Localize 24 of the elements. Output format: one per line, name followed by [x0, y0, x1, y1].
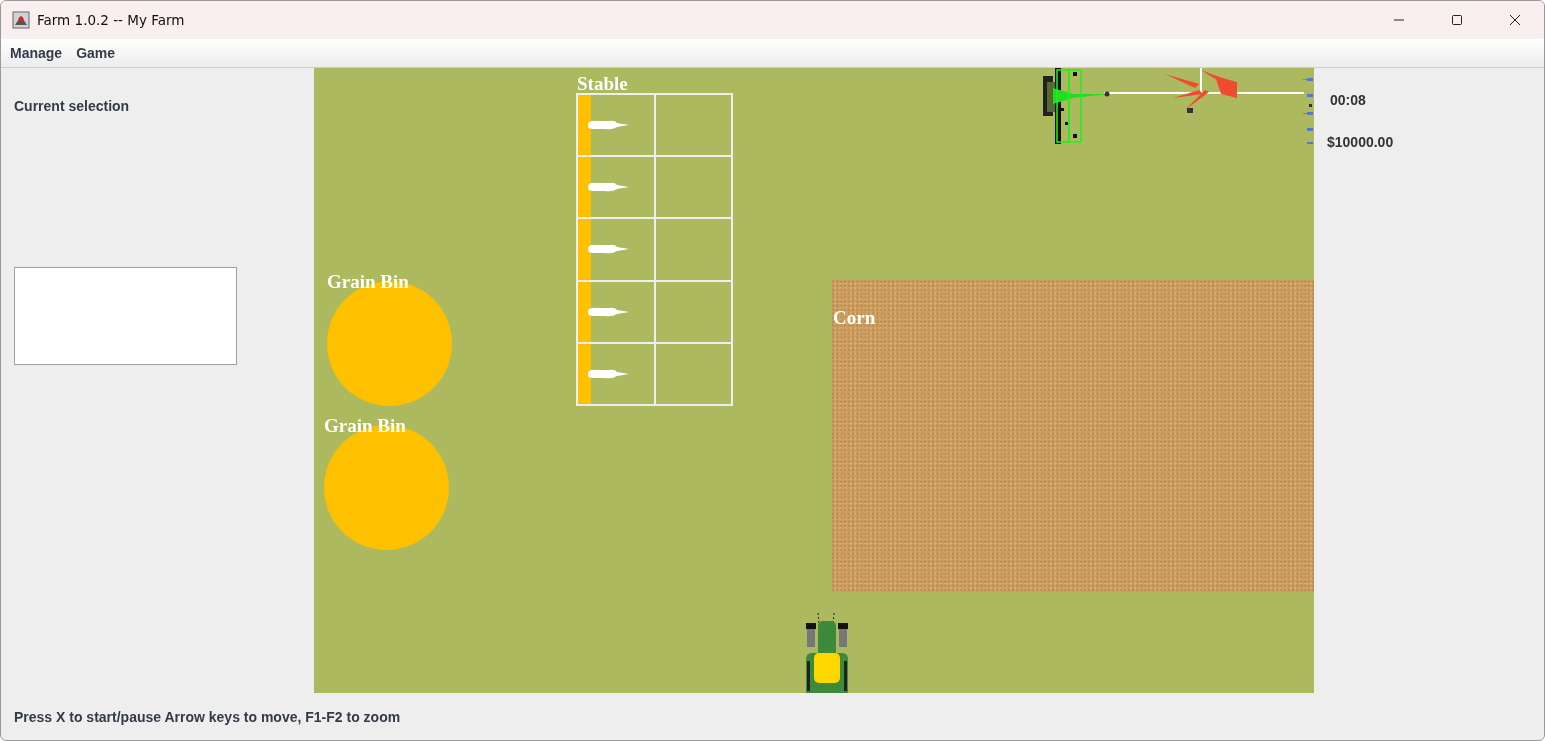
money-balance: $10000.00: [1327, 134, 1395, 150]
horse-icon: [587, 367, 629, 380]
field-label: Corn: [833, 308, 876, 327]
feed-bar: [578, 95, 591, 156]
horse-icon: [587, 243, 629, 256]
horse-icon: [587, 181, 629, 194]
close-icon: [1509, 14, 1521, 26]
horse-icon: [587, 119, 629, 131]
status-text: Press X to start/pause Arrow keys to move, F1-F2 to zoom: [13, 707, 402, 727]
game-time: 00:08: [1330, 92, 1367, 108]
app-icon: [12, 11, 30, 29]
horse-icon: [587, 305, 629, 318]
feed-bar: [578, 219, 591, 280]
window-title: Farm 1.0.2 -- My Farm: [37, 12, 185, 28]
stable-label: Stable: [577, 74, 628, 93]
menu-item[interactable]: Manage: [3, 43, 70, 63]
feed-bar: [578, 157, 591, 218]
feed-bar: [578, 281, 591, 342]
maximize-icon: [1451, 14, 1463, 26]
menu-item[interactable]: Game: [69, 43, 123, 63]
panel-heading: Current selection: [14, 98, 131, 114]
feed-bar: [578, 343, 591, 404]
grain-bin-label: Grain Bin: [327, 272, 409, 291]
grain-bin-label: Grain Bin: [324, 416, 406, 435]
